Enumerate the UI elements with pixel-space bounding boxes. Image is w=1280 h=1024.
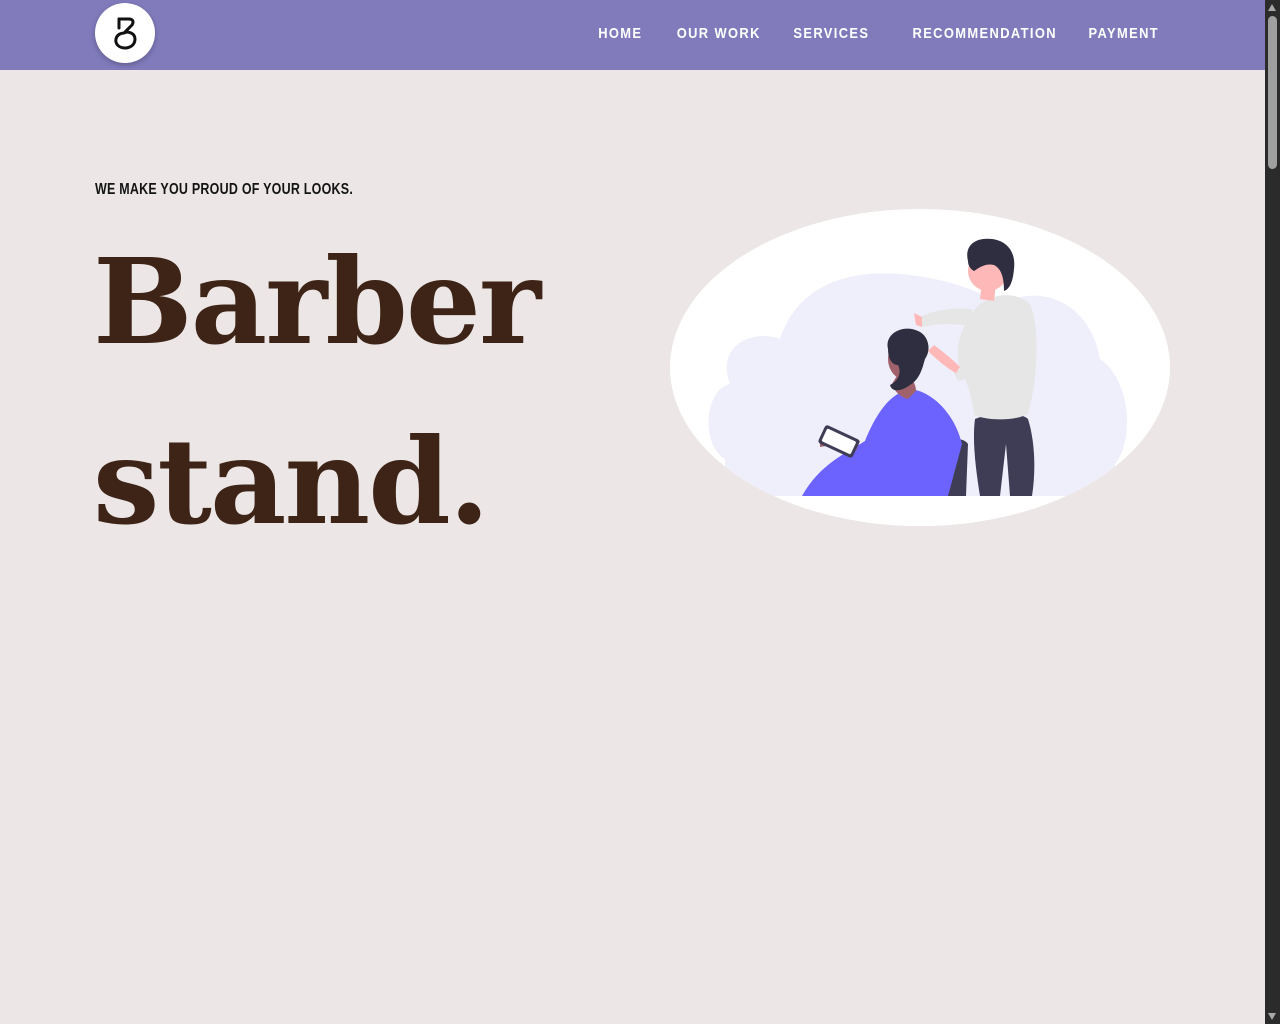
nav-link-our-work[interactable]: OUR WORK <box>676 24 760 44</box>
nav-link-home[interactable]: HOME <box>599 24 643 44</box>
hero-title-line-1: Barber <box>93 232 541 371</box>
hero-title: Barber stand. <box>93 212 541 572</box>
nav-link-payment[interactable]: PAYMENT <box>1088 24 1159 44</box>
hero-tagline: WE MAKE YOU PROUD OF YOUR LOOKS. <box>95 181 354 198</box>
scrollbar-thumb[interactable] <box>1268 16 1277 169</box>
logo[interactable] <box>95 3 155 63</box>
main-navigation: HOME OUR WORK SERVICES RECOMMENDATION PA… <box>591 24 1159 44</box>
scroll-up-arrow-icon[interactable] <box>1268 4 1276 11</box>
barber-cutting-hair-illustration <box>670 209 1170 526</box>
nav-link-recommendation[interactable]: RECOMMENDATION <box>912 24 1056 44</box>
barber-stand-logo-icon <box>114 17 137 50</box>
scroll-down-arrow-icon[interactable] <box>1268 1013 1276 1020</box>
nav-link-services[interactable]: SERVICES <box>793 24 869 44</box>
hero-title-line-2: stand. <box>93 412 490 551</box>
navbar: HOME OUR WORK SERVICES RECOMMENDATION PA… <box>0 0 1265 70</box>
vertical-scrollbar[interactable] <box>1265 0 1280 1024</box>
